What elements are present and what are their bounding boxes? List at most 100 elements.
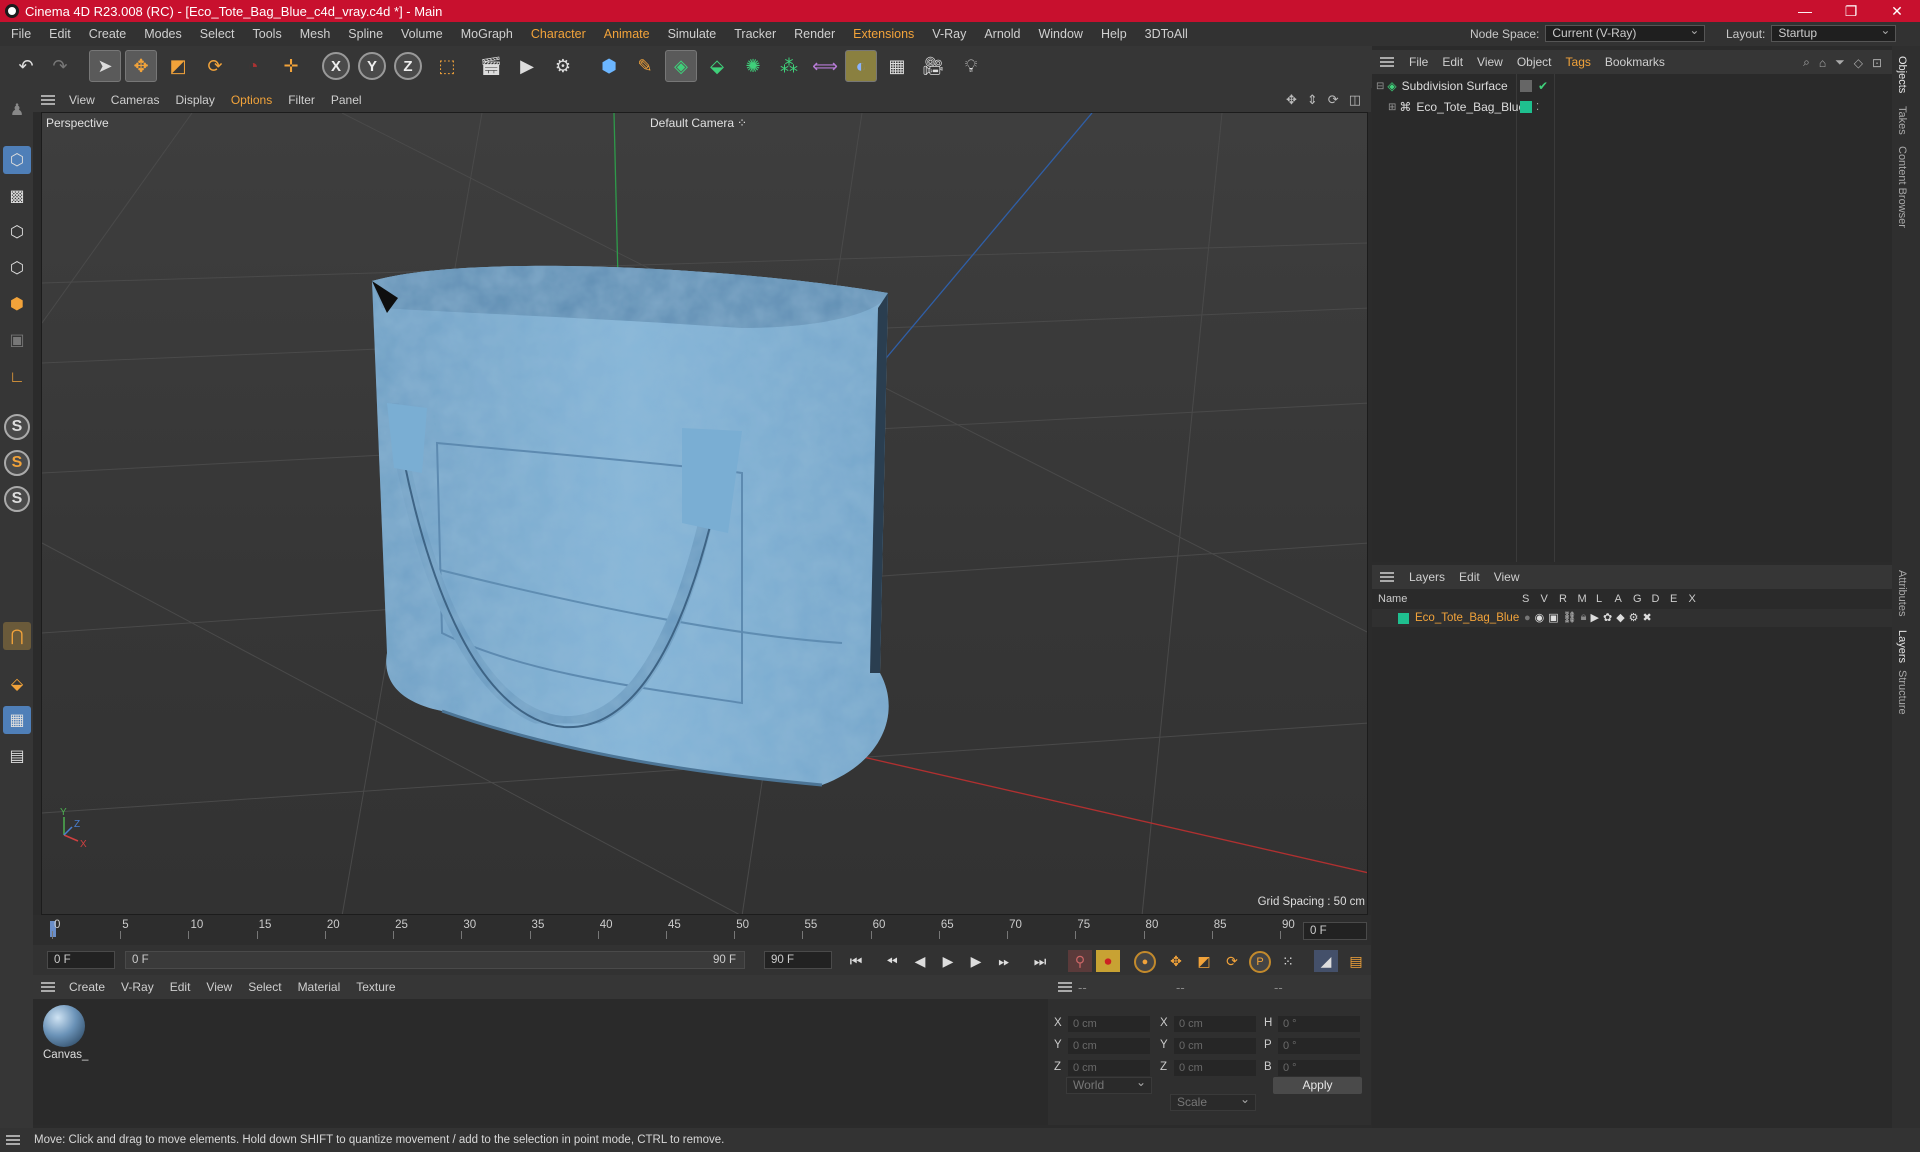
texture-mode-button[interactable]: ▩: [3, 182, 31, 210]
coord-value-field[interactable]: 0 °: [1278, 1060, 1360, 1076]
auto-key-button[interactable]: ⏺: [1096, 950, 1120, 972]
floor-button[interactable]: ▦: [881, 50, 913, 82]
material-manager[interactable]: [33, 999, 1048, 1125]
coord-value-field[interactable]: 0 cm: [1068, 1016, 1150, 1032]
viewport-menu-options[interactable]: Options: [223, 88, 280, 112]
undo-button[interactable]: ↶: [10, 50, 42, 82]
menu-tools[interactable]: Tools: [244, 22, 291, 46]
search-icon[interactable]: ⌕: [1803, 55, 1810, 70]
menu-modes[interactable]: Modes: [135, 22, 191, 46]
start-frame-field[interactable]: 0 F: [47, 951, 115, 969]
viewport-dolly-icon[interactable]: ⇕: [1307, 92, 1318, 108]
layer-render-icon[interactable]: ▣: [1548, 611, 1558, 624]
tab-layers[interactable]: Layers: [1896, 630, 1908, 663]
previous-frame-button[interactable]: ◀: [908, 950, 932, 972]
layer-row[interactable]: Eco_Tote_Bag_Blue ● ◉ ▣ ⛓ 🔒︎ ▶ ✿ ◆ ⚙ ✖: [1372, 609, 1892, 627]
coord-value-field[interactable]: 0 cm: [1174, 1038, 1256, 1054]
layer-column-l[interactable]: L: [1596, 593, 1602, 605]
edit-toggle-icon[interactable]: [1520, 80, 1532, 92]
layer-xref-icon[interactable]: ✖: [1643, 611, 1652, 624]
menu-create[interactable]: Create: [80, 22, 136, 46]
layer-column-x[interactable]: X: [1689, 593, 1696, 605]
layer-lock-icon[interactable]: 🔒︎: [1581, 611, 1587, 624]
coordinates-menu-icon[interactable]: [1058, 982, 1072, 992]
viewport-maximize-icon[interactable]: ◫: [1349, 92, 1361, 108]
layers-menu-icon[interactable]: [1380, 572, 1394, 582]
viewport-menu-cameras[interactable]: Cameras: [103, 88, 168, 112]
timeline-ruler[interactable]: 0 5 10 15 20 25 30 35 40 45 50 55 60 65 70 75 80 85 90: [50, 917, 1295, 939]
menu-mesh[interactable]: Mesh: [291, 22, 340, 46]
viewport-pan-icon[interactable]: ✥: [1286, 92, 1297, 108]
layers-toggle-icon[interactable]: ◇: [1854, 56, 1863, 70]
grid-plane-button[interactable]: ▦: [3, 706, 31, 734]
rotate-button[interactable]: ⟳: [199, 50, 231, 82]
snap-button-2[interactable]: S: [4, 450, 30, 476]
extrude-button[interactable]: ⬙: [701, 50, 733, 82]
snap-button-1[interactable]: S: [4, 414, 30, 440]
layer-column-g[interactable]: G: [1633, 593, 1642, 605]
menu-select[interactable]: Select: [191, 22, 244, 46]
key-all-button[interactable]: ●: [1134, 951, 1156, 973]
menu-window[interactable]: Window: [1029, 22, 1091, 46]
play-button[interactable]: ▶: [936, 950, 960, 972]
object-row-subdivision[interactable]: ⊟ ◈ Subdivision Surface ✔: [1376, 77, 1548, 95]
viewport-camera-label[interactable]: Default Camera ⁘: [650, 116, 747, 130]
material-menu-v-ray[interactable]: V-Ray: [113, 975, 162, 999]
layer-column-d[interactable]: D: [1652, 593, 1660, 605]
object-menu-file[interactable]: File: [1402, 50, 1435, 74]
cube-button[interactable]: ⬢: [593, 50, 625, 82]
object-menu-tags[interactable]: Tags: [1559, 50, 1598, 74]
coordinate-space-dropdown[interactable]: World: [1066, 1075, 1152, 1094]
go-to-start-button[interactable]: ⏮: [844, 950, 868, 972]
magnet-button[interactable]: ⋂: [3, 622, 31, 650]
coord-value-field[interactable]: 0 °: [1278, 1038, 1360, 1054]
object-menu-view[interactable]: View: [1470, 50, 1510, 74]
layer-solo-icon[interactable]: ●: [1524, 612, 1531, 624]
layer-expression-icon[interactable]: ⚙: [1629, 611, 1639, 624]
viewport-menu-filter[interactable]: Filter: [280, 88, 323, 112]
snap-button-3[interactable]: S: [4, 486, 30, 512]
menu-mograph[interactable]: MoGraph: [452, 22, 522, 46]
mograph-button[interactable]: ⁂: [773, 50, 805, 82]
object-row-tote-bag[interactable]: ⊞ ⌘ Eco_Tote_Bag_Blue ⁚: [1388, 98, 1539, 116]
status-menu-icon[interactable]: [6, 1135, 20, 1145]
current-frame-field[interactable]: 0 F: [1303, 922, 1367, 940]
enabled-check-icon[interactable]: ✔: [1538, 79, 1548, 93]
home-icon[interactable]: ⌂: [1819, 56, 1826, 70]
layer-column-m[interactable]: M: [1578, 593, 1587, 605]
viewport-menu-icon[interactable]: [41, 95, 55, 105]
viewport-menu-panel[interactable]: Panel: [323, 88, 370, 112]
menu-file[interactable]: File: [2, 22, 40, 46]
key-scale-button[interactable]: ◩: [1192, 950, 1216, 972]
viewport-menu-view[interactable]: View: [61, 88, 103, 112]
layer-animation-icon[interactable]: ▶: [1591, 611, 1599, 624]
polygon-mode-button[interactable]: ⬢: [3, 290, 31, 318]
material-menu-view[interactable]: View: [198, 975, 240, 999]
material-menu-create[interactable]: Create: [61, 975, 113, 999]
coord-value-field[interactable]: 0 cm: [1174, 1016, 1256, 1032]
material-preview-canvas[interactable]: [43, 1005, 85, 1047]
scale-button[interactable]: ◩: [162, 50, 194, 82]
cloner-button[interactable]: ✺: [737, 50, 769, 82]
key-position-button[interactable]: ✥: [1164, 950, 1188, 972]
layer-deformer-icon[interactable]: ◆: [1616, 611, 1624, 624]
axis-x-button[interactable]: X: [322, 52, 350, 80]
coordinate-system-button[interactable]: ⬚: [431, 50, 463, 82]
object-menu-icon[interactable]: [1380, 57, 1394, 67]
layer-visible-icon[interactable]: ◉: [1535, 611, 1545, 624]
tab-content-browser[interactable]: Content Browser: [1896, 146, 1908, 228]
locked-workplane-button[interactable]: ▤: [3, 742, 31, 770]
viewport-menu-display[interactable]: Display: [167, 88, 222, 112]
symmetry-button[interactable]: ⟺: [809, 50, 841, 82]
menu-render[interactable]: Render: [785, 22, 844, 46]
redo-button[interactable]: ↷: [44, 50, 76, 82]
material-menu-texture[interactable]: Texture: [348, 975, 403, 999]
layer-generator-icon[interactable]: ✿: [1603, 611, 1612, 624]
axis-z-button[interactable]: Z: [394, 52, 422, 80]
menu-animate[interactable]: Animate: [595, 22, 659, 46]
layer-column-e[interactable]: E: [1670, 593, 1677, 605]
coord-value-field[interactable]: 0 cm: [1068, 1038, 1150, 1054]
layers-menu-view[interactable]: View: [1487, 565, 1527, 589]
layer-color-swatch[interactable]: [1520, 101, 1532, 113]
tab-objects[interactable]: Objects: [1896, 56, 1908, 93]
